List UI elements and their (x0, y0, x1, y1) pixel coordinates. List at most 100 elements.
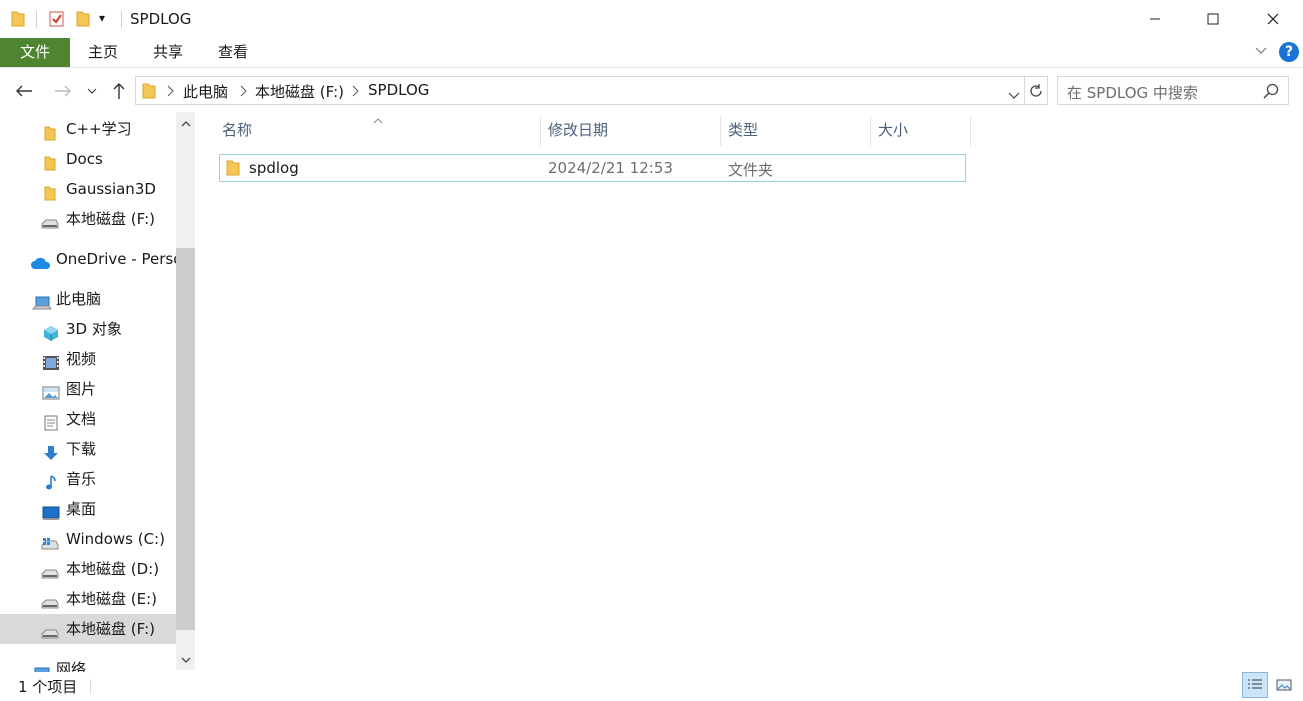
search-box[interactable]: 在 SPDLOG 中搜索 (1057, 76, 1289, 105)
customize-quick-access-icon[interactable]: ▾ (99, 11, 105, 25)
nav-item-gaussian3d[interactable]: Gaussian3D (0, 174, 176, 204)
nav-item-label: Gaussian3D (66, 180, 156, 198)
nav-item-label: 本地磁盘 (F:) (66, 620, 155, 638)
file-row[interactable]: spdlog 2024/2/21 12:53 文件夹 (219, 154, 966, 182)
windows-drive-icon (40, 531, 60, 550)
network-icon (32, 661, 52, 672)
nav-item-docs[interactable]: Docs (0, 144, 176, 174)
folder-icon (44, 181, 62, 201)
status-item-count: 1 个项目 (18, 678, 78, 696)
tab-file[interactable]: 文件 (0, 38, 70, 67)
desktop-icon (42, 501, 60, 520)
address-history-dropdown-icon[interactable] (1008, 86, 1020, 104)
forward-button[interactable] (50, 78, 76, 104)
download-icon (42, 441, 60, 460)
3d-objects-icon (42, 321, 60, 341)
new-folder-icon[interactable] (75, 10, 91, 32)
nav-item-drive-c[interactable]: Windows (C:) (0, 524, 176, 554)
column-divider[interactable] (970, 116, 971, 146)
nav-item-label: 本地磁盘 (D:) (66, 560, 160, 578)
breadcrumb-chevron-icon[interactable] (351, 83, 359, 101)
breadcrumb-drive-f[interactable]: 本地磁盘 (F:) (255, 81, 344, 102)
back-button[interactable] (11, 78, 37, 104)
nav-item-this-pc[interactable]: 此电脑 (0, 284, 176, 314)
folder-icon (142, 82, 156, 103)
address-bar[interactable]: 此电脑 本地磁盘 (F:) SPDLOG (135, 76, 1025, 105)
drive-icon (40, 591, 60, 609)
nav-item-downloads[interactable]: 下载 (0, 434, 176, 464)
folder-icon (226, 159, 240, 180)
column-divider[interactable] (540, 116, 541, 146)
minimize-button[interactable] (1125, 0, 1185, 38)
ribbon: 文件 主页 共享 查看 ? (0, 38, 1303, 68)
nav-item-music[interactable]: 音乐 (0, 464, 176, 494)
nav-item-network[interactable]: 网络 (0, 654, 176, 672)
file-name: spdlog (249, 159, 299, 177)
nav-item-label: 下载 (66, 440, 97, 458)
nav-item-drive-f-quick[interactable]: 本地磁盘 (F:) (0, 204, 176, 234)
nav-item-cpp-study[interactable]: C++学习 (0, 114, 176, 144)
title-bar: ▾ SPDLOG (0, 0, 1303, 38)
nav-item-3d-objects[interactable]: 3D 对象 (0, 314, 176, 344)
nav-item-label: 此电脑 (56, 290, 102, 308)
folder-icon (44, 121, 62, 141)
nav-item-onedrive[interactable]: OneDrive - Perso (0, 244, 176, 274)
nav-item-documents[interactable]: 文档 (0, 404, 176, 434)
breadcrumb-chevron-icon[interactable] (166, 83, 174, 101)
separator (36, 11, 37, 28)
separator (90, 679, 91, 694)
folder-icon (44, 151, 62, 171)
nav-item-label: 本地磁盘 (E:) (66, 590, 158, 608)
breadcrumb-this-pc[interactable]: 此电脑 (183, 81, 228, 102)
details-view-button[interactable] (1242, 672, 1268, 698)
nav-item-drive-e[interactable]: 本地磁盘 (E:) (0, 584, 176, 614)
search-input[interactable]: 在 SPDLOG 中搜索 (1067, 82, 1198, 103)
tab-share[interactable]: 共享 (143, 38, 193, 67)
tab-home[interactable]: 主页 (78, 38, 128, 67)
column-header-modified[interactable]: 修改日期 (544, 116, 720, 146)
tab-view[interactable]: 查看 (208, 38, 258, 67)
search-icon[interactable] (1263, 83, 1279, 103)
window-title: SPDLOG (130, 10, 192, 28)
folder-icon[interactable] (10, 10, 26, 32)
nav-item-label: Windows (C:) (66, 530, 165, 548)
drive-icon (40, 211, 59, 229)
nav-item-desktop[interactable]: 桌面 (0, 494, 176, 524)
column-header-size[interactable]: 大小 (874, 116, 970, 146)
nav-item-drive-d[interactable]: 本地磁盘 (D:) (0, 554, 176, 584)
scroll-up-icon[interactable] (176, 114, 195, 134)
refresh-button[interactable] (1024, 76, 1048, 105)
nav-item-videos[interactable]: 视频 (0, 344, 176, 374)
column-divider[interactable] (870, 116, 871, 146)
nav-item-label: 3D 对象 (66, 320, 122, 338)
pictures-icon (42, 381, 60, 400)
recent-locations-button[interactable] (82, 78, 102, 104)
up-button[interactable] (106, 78, 132, 104)
drive-icon (40, 561, 60, 579)
column-header-type[interactable]: 类型 (724, 116, 870, 146)
nav-item-label: Docs (66, 150, 103, 168)
nav-item-label: 音乐 (66, 470, 97, 488)
nav-item-label: OneDrive - Perso (56, 250, 176, 268)
help-icon[interactable]: ? (1279, 42, 1299, 62)
expand-ribbon-icon[interactable] (1254, 44, 1268, 62)
nav-item-label: 本地磁盘 (F:) (66, 210, 155, 228)
nav-item-label: 视频 (66, 350, 97, 368)
maximize-button[interactable] (1183, 0, 1243, 38)
column-divider[interactable] (720, 116, 721, 146)
column-header-name[interactable]: 名称 (218, 116, 540, 146)
breadcrumb-spdlog[interactable]: SPDLOG (368, 81, 429, 99)
close-button[interactable] (1243, 0, 1303, 38)
large-icons-view-button[interactable] (1271, 672, 1297, 698)
nav-item-label: 网络 (56, 660, 87, 672)
breadcrumb-chevron-icon[interactable] (239, 83, 247, 101)
nav-item-drive-f[interactable]: 本地磁盘 (F:) (0, 614, 176, 644)
drive-icon (40, 621, 60, 639)
nav-scrollbar-thumb[interactable] (176, 248, 195, 630)
properties-icon[interactable] (48, 10, 66, 32)
navigation-pane: C++学习 Docs Gaussian3D 本地磁盘 (F:) OneDrive… (0, 112, 196, 672)
separator (121, 11, 122, 28)
scroll-down-icon[interactable] (176, 650, 195, 670)
onedrive-icon (30, 251, 52, 269)
nav-item-pictures[interactable]: 图片 (0, 374, 176, 404)
